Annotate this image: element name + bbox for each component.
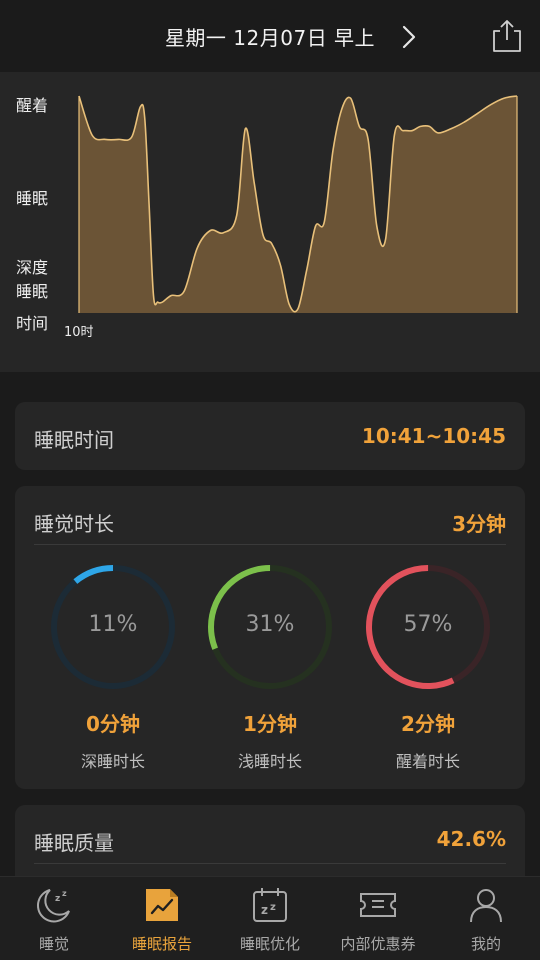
- tab-sleep-optimize[interactable]: z z 睡眠优化: [216, 877, 324, 960]
- quality-title: 睡眠质量: [34, 831, 114, 855]
- tab-sleep[interactable]: z z 睡觉: [0, 877, 108, 960]
- coupon-icon: [360, 893, 396, 917]
- awake-label: 醒着时长: [395, 752, 460, 771]
- duration-value: 3分钟: [452, 512, 506, 536]
- report-chart-icon: [146, 889, 178, 921]
- date-title: 星期一 12月07日 早上: [164, 26, 376, 50]
- sleep-stage-chart: 醒着 睡眠 深度 睡眠 时间 10时: [0, 72, 540, 372]
- tab-label: 睡觉: [38, 935, 69, 953]
- svg-text:z: z: [270, 902, 276, 913]
- awake-minutes: 2分钟: [401, 712, 455, 736]
- awake-percent: 57%: [403, 612, 453, 637]
- next-day-button[interactable]: [396, 22, 422, 52]
- light-sleep-percent: 31%: [245, 612, 295, 637]
- duration-title: 睡觉时长: [34, 512, 114, 536]
- chevron-right-icon: [402, 25, 416, 49]
- tab-sleep-report[interactable]: 睡眠报告: [108, 877, 216, 960]
- sleep-time-value: 10:41~10:45: [361, 424, 506, 448]
- share-button[interactable]: [490, 18, 524, 54]
- tab-coupons[interactable]: 内部优惠券: [324, 877, 432, 960]
- sleep-time-card: 睡眠时间 10:41~10:45: [15, 402, 525, 470]
- deep-sleep-label: 深睡时长: [80, 752, 145, 771]
- deep-sleep-percent: 11%: [88, 612, 138, 637]
- sleep-time-title: 睡眠时间: [34, 428, 114, 452]
- bottom-tab-bar: z z 睡觉 睡眠报告 z z 睡眠优化 内部优惠券 我的: [0, 876, 540, 960]
- tab-label: 我的: [470, 935, 501, 953]
- chart-plot: [78, 95, 518, 313]
- divider: [34, 863, 506, 864]
- sleep-duration-card: 睡觉时长 3分钟 11% 0分钟 深睡时长 31% 1分钟 浅睡时长 57% 2…: [15, 486, 525, 789]
- deep-sleep-ring: 11%: [48, 562, 178, 692]
- light-sleep-label: 浅睡时长: [237, 752, 302, 771]
- svg-text:z: z: [261, 903, 268, 917]
- share-icon: [493, 20, 521, 52]
- quality-value: 42.6%: [436, 827, 506, 851]
- tab-me[interactable]: 我的: [432, 877, 540, 960]
- calendar-zz-icon: z z: [253, 888, 287, 922]
- light-sleep-ring: 31%: [205, 562, 335, 692]
- moon-zz-icon: z z: [37, 889, 70, 923]
- awake-ring: 57%: [363, 562, 493, 692]
- tab-label: 睡眠报告: [131, 935, 192, 953]
- person-icon: [470, 889, 502, 923]
- tab-label: 睡眠优化: [239, 935, 300, 953]
- svg-text:z: z: [62, 889, 67, 898]
- top-header: 星期一 12月07日 早上: [0, 0, 540, 72]
- svg-text:z: z: [55, 894, 60, 904]
- light-sleep-minutes: 1分钟: [243, 712, 297, 736]
- divider: [34, 544, 506, 545]
- deep-sleep-minutes: 0分钟: [86, 712, 140, 736]
- tab-label: 内部优惠券: [340, 935, 416, 953]
